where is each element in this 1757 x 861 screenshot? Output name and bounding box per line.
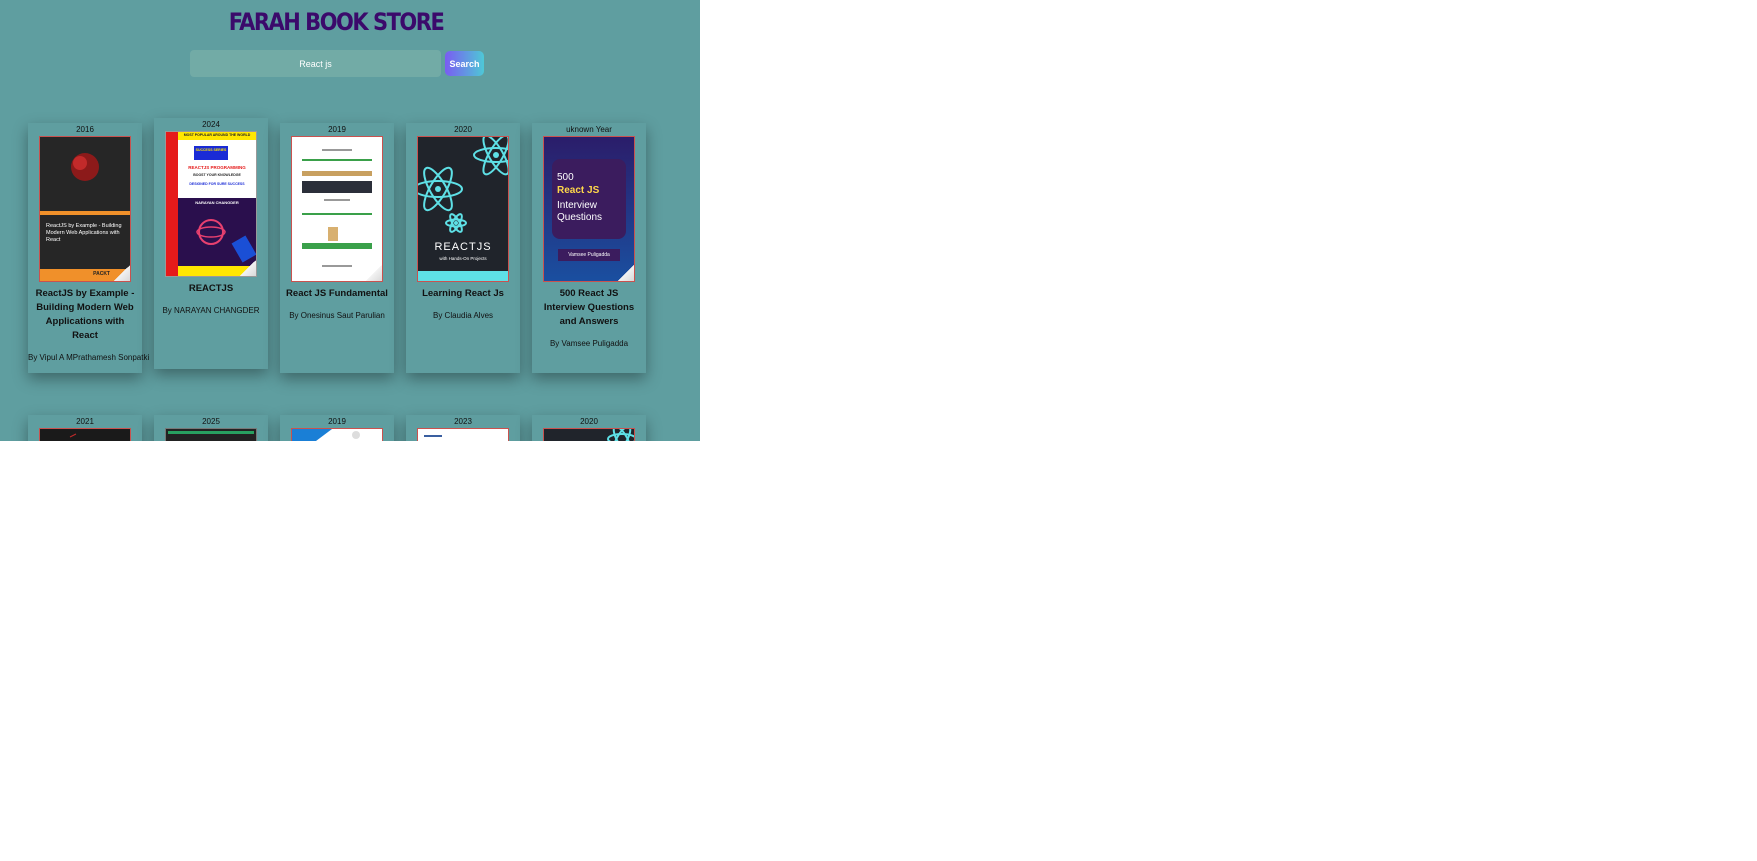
book-card[interactable]: 2023 xyxy=(406,415,520,441)
cover-publisher: PACKT xyxy=(93,271,110,277)
book-cover xyxy=(165,428,257,441)
book-cover xyxy=(291,136,383,282)
book-year: 2020 xyxy=(454,125,472,134)
bookstore-app: FARAH BOOK STORE Search 2016 ReactJS by … xyxy=(0,0,700,441)
book-author: By Vamsee Puligadda xyxy=(549,339,629,348)
book-cover xyxy=(417,428,509,441)
cover-series: SUCCESS SERIES xyxy=(195,148,227,152)
cover-art xyxy=(40,429,130,441)
cover-author: NARAYAN CHANGDER xyxy=(195,200,239,205)
book-author: By Onesinus Saut Parulian xyxy=(289,311,385,320)
book-year: 2016 xyxy=(76,125,94,134)
book-author: By NARAYAN CHANGDER xyxy=(162,306,260,315)
book-cover: ReactJS by Example - Building Modern Web… xyxy=(39,136,131,282)
cover-art xyxy=(544,429,634,441)
cover-highlight: React JS xyxy=(557,185,600,196)
cover-title: ReactJS by Example - Building Modern Web… xyxy=(46,223,122,243)
search-input[interactable] xyxy=(190,50,441,77)
book-cover: MOST POPULAR AROUND THE WORLD SUCCESS SE… xyxy=(165,131,257,277)
book-year: 2021 xyxy=(76,417,94,426)
cover-art xyxy=(292,429,382,441)
book-card[interactable]: 2016 ReactJS by Example - Building Moder… xyxy=(28,123,150,373)
book-card[interactable]: 2021 xyxy=(28,415,142,441)
book-author: By Claudia Alves xyxy=(432,311,494,320)
book-year: 2023 xyxy=(454,417,472,426)
book-card[interactable]: 2024 MOST POPULAR AROUND THE WORLD SUCCE… xyxy=(154,118,268,369)
book-year: 2019 xyxy=(328,417,346,426)
book-cover: 500 React JS Interview Questions Vamsee … xyxy=(543,136,635,282)
book-cover xyxy=(543,428,635,441)
page-curl xyxy=(240,260,256,276)
cover-tag: DESIGNED FOR SURE SUCCESS xyxy=(189,182,245,186)
cover-top: MOST POPULAR AROUND THE WORLD xyxy=(183,133,251,137)
book-title: ReactJS by Example - Building Modern Web… xyxy=(35,288,135,341)
store-title: FARAH BOOK STORE xyxy=(228,8,445,36)
cover-sub: with Hands-On Projects xyxy=(439,256,487,261)
cover-number: 500 xyxy=(557,172,574,183)
book-card[interactable]: 2019 xyxy=(280,415,394,441)
book-card[interactable]: 2020 xyxy=(532,415,646,441)
book-title: Learning React Js xyxy=(422,288,504,299)
book-year: 2019 xyxy=(328,125,346,134)
cover-rest: Interview Questions xyxy=(557,200,603,223)
page-curl xyxy=(366,265,382,281)
book-year: uknown Year xyxy=(566,125,612,134)
book-year: 2025 xyxy=(202,417,220,426)
book-year: 2024 xyxy=(202,120,220,129)
book-title: 500 React JS Interview Questions and Ans… xyxy=(543,288,635,327)
book-title: REACTJS xyxy=(188,283,234,294)
book-card[interactable]: 2019 React JS Fundamental By Onesinus Sa… xyxy=(280,123,394,373)
search-button[interactable]: Search xyxy=(445,51,484,76)
book-cover xyxy=(291,428,383,441)
cover-main: REACTJS xyxy=(434,241,492,253)
cover-author: Vamsee Puligadda xyxy=(568,252,610,258)
page-curl xyxy=(114,265,130,281)
book-cover xyxy=(39,428,131,441)
cover-sub: BOOST YOUR KNOWLEDGE xyxy=(193,173,241,177)
page-curl xyxy=(618,265,634,281)
book-title: React JS Fundamental xyxy=(286,288,388,299)
book-cover: REACTJS with Hands-On Projects xyxy=(417,136,509,282)
cover-main: REACTJS PROGRAMMING xyxy=(188,165,246,170)
book-card[interactable]: 2020 REACTJS with Hands-On Projects Lear… xyxy=(406,123,520,373)
book-author: By Vipul A MPrathamesh Sonpatki xyxy=(28,353,150,362)
cover-art xyxy=(166,429,256,441)
book-card[interactable]: uknown Year 500 React JS Interview Quest… xyxy=(532,123,646,373)
cover-art xyxy=(40,137,130,281)
cover-art xyxy=(292,137,382,281)
book-card[interactable]: 2025 xyxy=(154,415,268,441)
cover-art xyxy=(418,429,508,441)
book-year: 2020 xyxy=(580,417,598,426)
